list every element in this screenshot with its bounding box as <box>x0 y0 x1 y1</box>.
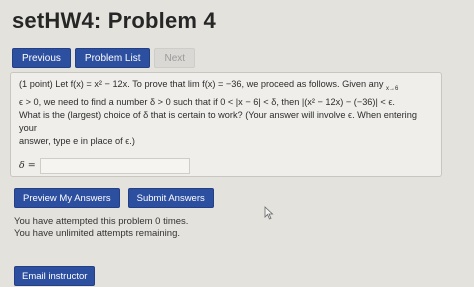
previous-button[interactable]: Previous <box>12 48 71 68</box>
problem-text-line-4: answer, type e in place of ϵ.) <box>19 135 135 146</box>
answer-label: δ = <box>19 160 36 172</box>
page-title: setHW4: Problem 4 <box>12 8 216 33</box>
attempt-status: You have attempted this problem 0 times.… <box>14 216 188 240</box>
problem-nav: Previous Problem List Next <box>12 48 196 68</box>
attempts-count-text: You have attempted this problem 0 times. <box>14 216 189 227</box>
mouse-cursor-icon <box>264 206 274 220</box>
attempts-remaining-text: You have unlimited attempts remaining. <box>14 228 180 239</box>
problem-statement: (1 point) Let f(x) = x² − 12x. To prove … <box>19 78 433 148</box>
answer-row: δ = <box>19 157 433 174</box>
problem-list-button[interactable]: Problem List <box>74 48 151 68</box>
problem-text-line-3: What is the (largest) choice of δ that i… <box>19 109 417 133</box>
limit-subscript: x→6 <box>386 85 399 92</box>
preview-answers-button[interactable]: Preview My Answers <box>14 188 120 208</box>
submit-answers-button[interactable]: Submit Answers <box>127 188 214 208</box>
delta-answer-input[interactable] <box>39 157 190 174</box>
email-instructor-button[interactable]: Email instructor <box>14 266 96 286</box>
problem-text-line-2: ϵ > 0, we need to find a number δ > 0 su… <box>19 96 395 107</box>
submit-row: Preview My Answers Submit Answers <box>14 188 214 208</box>
next-button[interactable]: Next <box>154 48 196 68</box>
problem-text-line-1: (1 point) Let f(x) = x² − 12x. To prove … <box>19 79 384 89</box>
problem-box: (1 point) Let f(x) = x² − 12x. To prove … <box>10 72 442 177</box>
